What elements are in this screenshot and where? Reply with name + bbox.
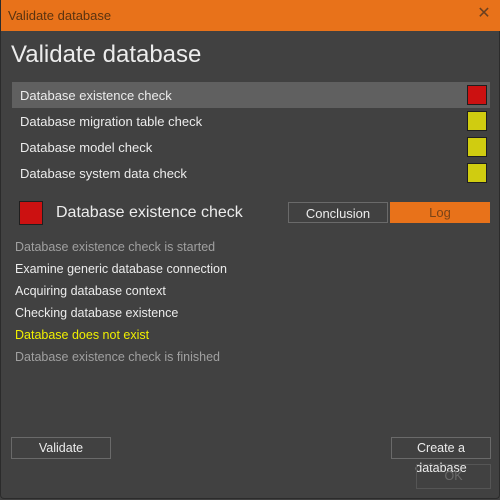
close-icon[interactable]: ✕	[476, 6, 492, 22]
log-line: Database does not exist	[15, 328, 150, 342]
tab-conclusion[interactable]: Conclusion	[288, 202, 388, 223]
check-item-model[interactable]: Database model check	[12, 134, 490, 160]
log-line: Database existence check is started	[15, 240, 216, 254]
detail-status-indicator	[19, 201, 43, 225]
check-label: Database model check	[20, 140, 153, 155]
check-label: Database migration table check	[20, 114, 203, 129]
check-item-system-data[interactable]: Database system data check	[12, 160, 490, 186]
window-title: Validate database	[8, 8, 112, 23]
status-indicator	[467, 111, 487, 131]
detail-title: Database existence check	[56, 204, 243, 221]
log-line: Checking database existence	[15, 306, 179, 320]
ok-button[interactable]: OK	[416, 464, 491, 489]
check-label: Database system data check	[20, 166, 187, 181]
dialog-window: Validate database ✕ Validate database Da…	[0, 0, 500, 499]
check-label: Database existence check	[20, 88, 172, 103]
check-item-existence[interactable]: Database existence check	[12, 82, 490, 108]
page-title: Validate database	[11, 41, 202, 68]
status-indicator	[467, 137, 487, 157]
title-bar[interactable]: Validate database ✕	[1, 0, 500, 31]
log-line: Acquiring database context	[15, 284, 166, 298]
log-line: Examine generic database connection	[15, 262, 227, 276]
status-indicator	[467, 85, 487, 105]
log-panel: Database existence check is started Exam…	[15, 240, 227, 372]
checks-list: Database existence check Database migrat…	[12, 82, 490, 186]
tab-log[interactable]: Log	[390, 202, 490, 223]
status-indicator	[467, 163, 487, 183]
create-database-button[interactable]: Create a database	[391, 437, 491, 475]
log-line: Database existence check is finished	[15, 350, 220, 364]
validate-button[interactable]: Validate	[11, 437, 111, 459]
check-item-migration-table[interactable]: Database migration table check	[12, 108, 490, 134]
